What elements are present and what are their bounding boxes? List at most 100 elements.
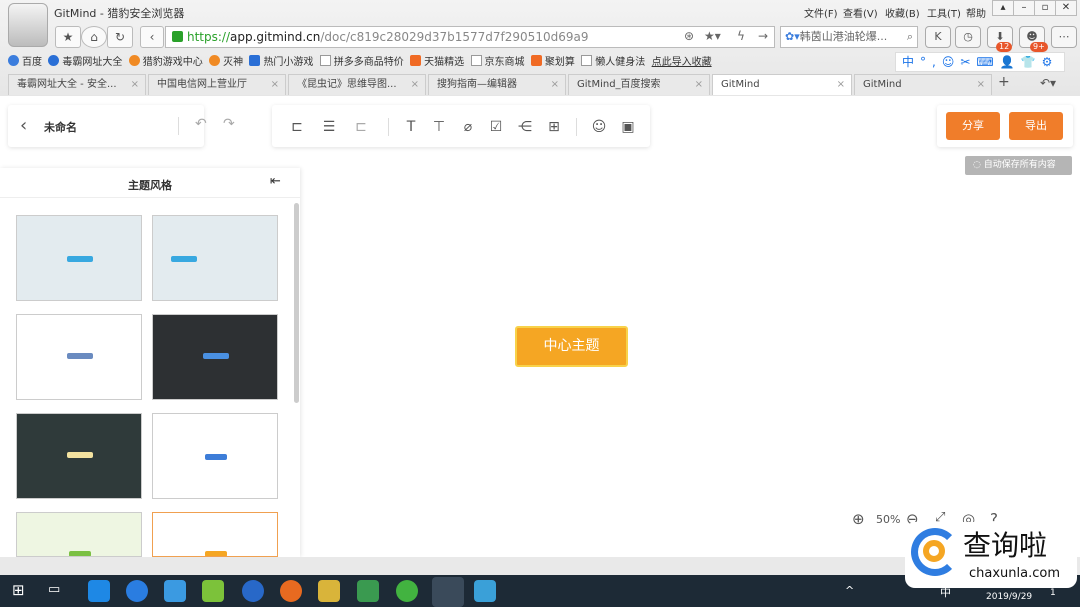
close-tab-icon[interactable]: × bbox=[411, 75, 419, 95]
back-chevron-icon[interactable]: ‹ bbox=[20, 115, 27, 136]
bookmark-fitness[interactable]: 懒人健身法 bbox=[581, 55, 645, 68]
fan-icon[interactable]: ⊛ bbox=[684, 29, 694, 43]
add-parent-node-icon[interactable]: ⊏ bbox=[352, 118, 370, 136]
sogou-icon[interactable] bbox=[126, 580, 148, 602]
attachment-icon[interactable]: ⌀ bbox=[459, 118, 477, 136]
new-tab-button[interactable]: + bbox=[998, 74, 1010, 90]
bookmarks-bar: 百度 毒霸网址大全 猎豹游戏中心 灭神 热门小游戏 拼多多商品特价 天猫精选 京… bbox=[8, 53, 712, 68]
browser-chrome: GitMind - 猎豹安全浏览器 文件(F) 查看(V) 收藏(B) 工具(T… bbox=[0, 0, 1080, 96]
bookmark-minigames[interactable]: 热门小游戏 bbox=[249, 55, 313, 68]
theme-thumbnail-4[interactable] bbox=[152, 314, 278, 400]
watermark-brand: 查询啦 bbox=[963, 529, 1048, 562]
back-icon[interactable]: ‹ bbox=[140, 26, 164, 48]
collaborators-icon[interactable]: ☺ bbox=[590, 118, 608, 136]
calendar-icon[interactable]: ☑ bbox=[487, 118, 505, 136]
wechat-icon[interactable] bbox=[396, 580, 418, 602]
import-bookmarks-link[interactable]: 点此导入收藏 bbox=[652, 57, 712, 68]
notification-count[interactable]: 1 bbox=[1050, 588, 1056, 598]
clock-date[interactable]: 2019/9/29 bbox=[986, 592, 1032, 602]
theme-thumbnail-7[interactable] bbox=[16, 512, 142, 557]
app2-icon[interactable] bbox=[474, 580, 496, 602]
theme-thumbnail-6[interactable] bbox=[152, 413, 278, 499]
bookmark-pdd[interactable]: 拼多多商品特价 bbox=[319, 55, 404, 68]
ie-browser-icon[interactable] bbox=[164, 580, 186, 602]
app-icon[interactable] bbox=[318, 580, 340, 602]
theme-thumbnail-2[interactable] bbox=[152, 215, 278, 301]
task-view-icon[interactable]: ▭ bbox=[48, 582, 60, 597]
theme-thumbnail-5[interactable] bbox=[16, 413, 142, 499]
menu-help[interactable]: 帮助 bbox=[966, 5, 986, 20]
doc-title[interactable]: 未命名 bbox=[44, 119, 77, 135]
clock-extension-icon[interactable]: ◷ bbox=[955, 26, 981, 48]
tab-kunchongji[interactable]: 《昆虫记》思维导图... × bbox=[288, 74, 426, 95]
duba-icon[interactable] bbox=[242, 580, 264, 602]
menu-view[interactable]: 查看(V) bbox=[843, 5, 878, 20]
more-icon[interactable]: ⋯ bbox=[1051, 26, 1077, 48]
bookmark-mieshen[interactable]: 灭神 bbox=[209, 55, 243, 68]
close-tab-icon[interactable]: × bbox=[977, 75, 985, 95]
theme-thumbnail-8[interactable] bbox=[152, 512, 278, 557]
tab-sogou[interactable]: 搜狗指南—编辑器 × bbox=[428, 74, 566, 95]
tab-gitmind-active[interactable]: GitMind × bbox=[712, 74, 852, 95]
close-tab-icon[interactable]: × bbox=[837, 75, 845, 95]
close-tab-icon[interactable]: × bbox=[271, 75, 279, 95]
bookmark-baidu[interactable]: 百度 bbox=[8, 55, 42, 68]
structure-icon[interactable]: ⋲ bbox=[516, 118, 534, 136]
bookmark-star-icon[interactable]: ★▾ bbox=[704, 29, 721, 43]
menu-favorites[interactable]: 收藏(B) bbox=[885, 5, 920, 20]
layout-icon[interactable]: ⊞ bbox=[545, 118, 563, 136]
undo-icon[interactable]: ↶ bbox=[195, 116, 207, 132]
bookmark-juhuasuan[interactable]: 聚划算 bbox=[530, 55, 575, 68]
bookmark-games[interactable]: 猎豹游戏中心 bbox=[128, 55, 203, 68]
tab-telecom[interactable]: 中国电信网上营业厅 × bbox=[148, 74, 286, 95]
iqiyi-icon[interactable] bbox=[202, 580, 224, 602]
tab-duba[interactable]: 毒霸网址大全 - 安全... × bbox=[8, 74, 146, 95]
refresh-icon[interactable]: ↻ bbox=[107, 26, 133, 48]
restore-button[interactable]: ▫ bbox=[1034, 0, 1056, 16]
lightning-icon[interactable]: ϟ bbox=[737, 29, 745, 43]
minimize-button[interactable]: – bbox=[1013, 0, 1035, 16]
bookmark-duba[interactable]: 毒霸网址大全 bbox=[48, 55, 122, 68]
theme-panel-header: 主题风格 ⇤ bbox=[0, 168, 300, 198]
collapse-panel-icon[interactable]: ⇤ bbox=[270, 174, 281, 189]
ime-toolbar[interactable]: 中°,☺✂⌨👤👕⚙ bbox=[895, 52, 1065, 72]
ie-icon[interactable] bbox=[88, 580, 110, 602]
zoom-in-icon[interactable]: ⊕ bbox=[852, 510, 865, 528]
tab-gitmind[interactable]: GitMind × bbox=[854, 74, 992, 95]
export-button[interactable]: 导出 bbox=[1009, 112, 1063, 140]
theme-thumbnail-3[interactable] bbox=[16, 314, 142, 400]
text-icon[interactable]: T bbox=[402, 118, 420, 136]
liebao-browser-icon[interactable] bbox=[432, 577, 464, 607]
close-tab-icon[interactable]: × bbox=[551, 75, 559, 95]
skin-icon[interactable]: ▴ bbox=[992, 0, 1014, 16]
undo-close-tab-icon[interactable]: ↶▾ bbox=[1040, 76, 1056, 90]
windows-start-icon[interactable]: ⊞ bbox=[12, 581, 25, 599]
excel-icon[interactable] bbox=[357, 580, 379, 602]
search-icon[interactable]: ⌕ bbox=[907, 27, 913, 47]
scrollbar[interactable] bbox=[294, 203, 299, 403]
home-icon[interactable]: ⌂ bbox=[81, 26, 107, 48]
bookmark-jd[interactable]: 京东商城 bbox=[470, 55, 525, 68]
tab-gitmind-baidu[interactable]: GitMind_百度搜索 × bbox=[568, 74, 710, 95]
redo-icon[interactable]: ↷ bbox=[223, 116, 235, 132]
save-icon[interactable]: ▣ bbox=[619, 118, 637, 136]
tray-expand-icon[interactable]: ^ bbox=[845, 584, 854, 597]
bookmark-tmall[interactable]: 天猫精选 bbox=[410, 55, 464, 68]
close-window-button[interactable]: ✕ bbox=[1055, 0, 1077, 16]
k-extension-icon[interactable]: K bbox=[925, 26, 951, 48]
share-button[interactable]: 分享 bbox=[946, 112, 1000, 140]
menu-tools[interactable]: 工具(T) bbox=[927, 5, 961, 20]
add-sibling-node-icon[interactable]: ☰ bbox=[320, 118, 338, 136]
favorite-star-icon[interactable]: ★ bbox=[55, 26, 81, 48]
close-tab-icon[interactable]: × bbox=[131, 75, 139, 95]
close-tab-icon[interactable]: × bbox=[695, 75, 703, 95]
theme-thumbnail-1[interactable] bbox=[16, 215, 142, 301]
add-child-node-icon[interactable]: ⊏ bbox=[288, 118, 306, 136]
menu-file[interactable]: 文件(F) bbox=[804, 5, 838, 20]
center-topic-node[interactable]: 中心主题 bbox=[515, 326, 628, 367]
firefox-icon[interactable] bbox=[280, 580, 302, 602]
watermark-logo-inner bbox=[923, 540, 945, 562]
format-painter-icon[interactable]: ⊤ bbox=[430, 118, 448, 136]
forward-icon[interactable]: → bbox=[758, 29, 768, 43]
search-input[interactable]: ✿▾韩茵山港油轮爆... ⌕ bbox=[780, 26, 918, 48]
